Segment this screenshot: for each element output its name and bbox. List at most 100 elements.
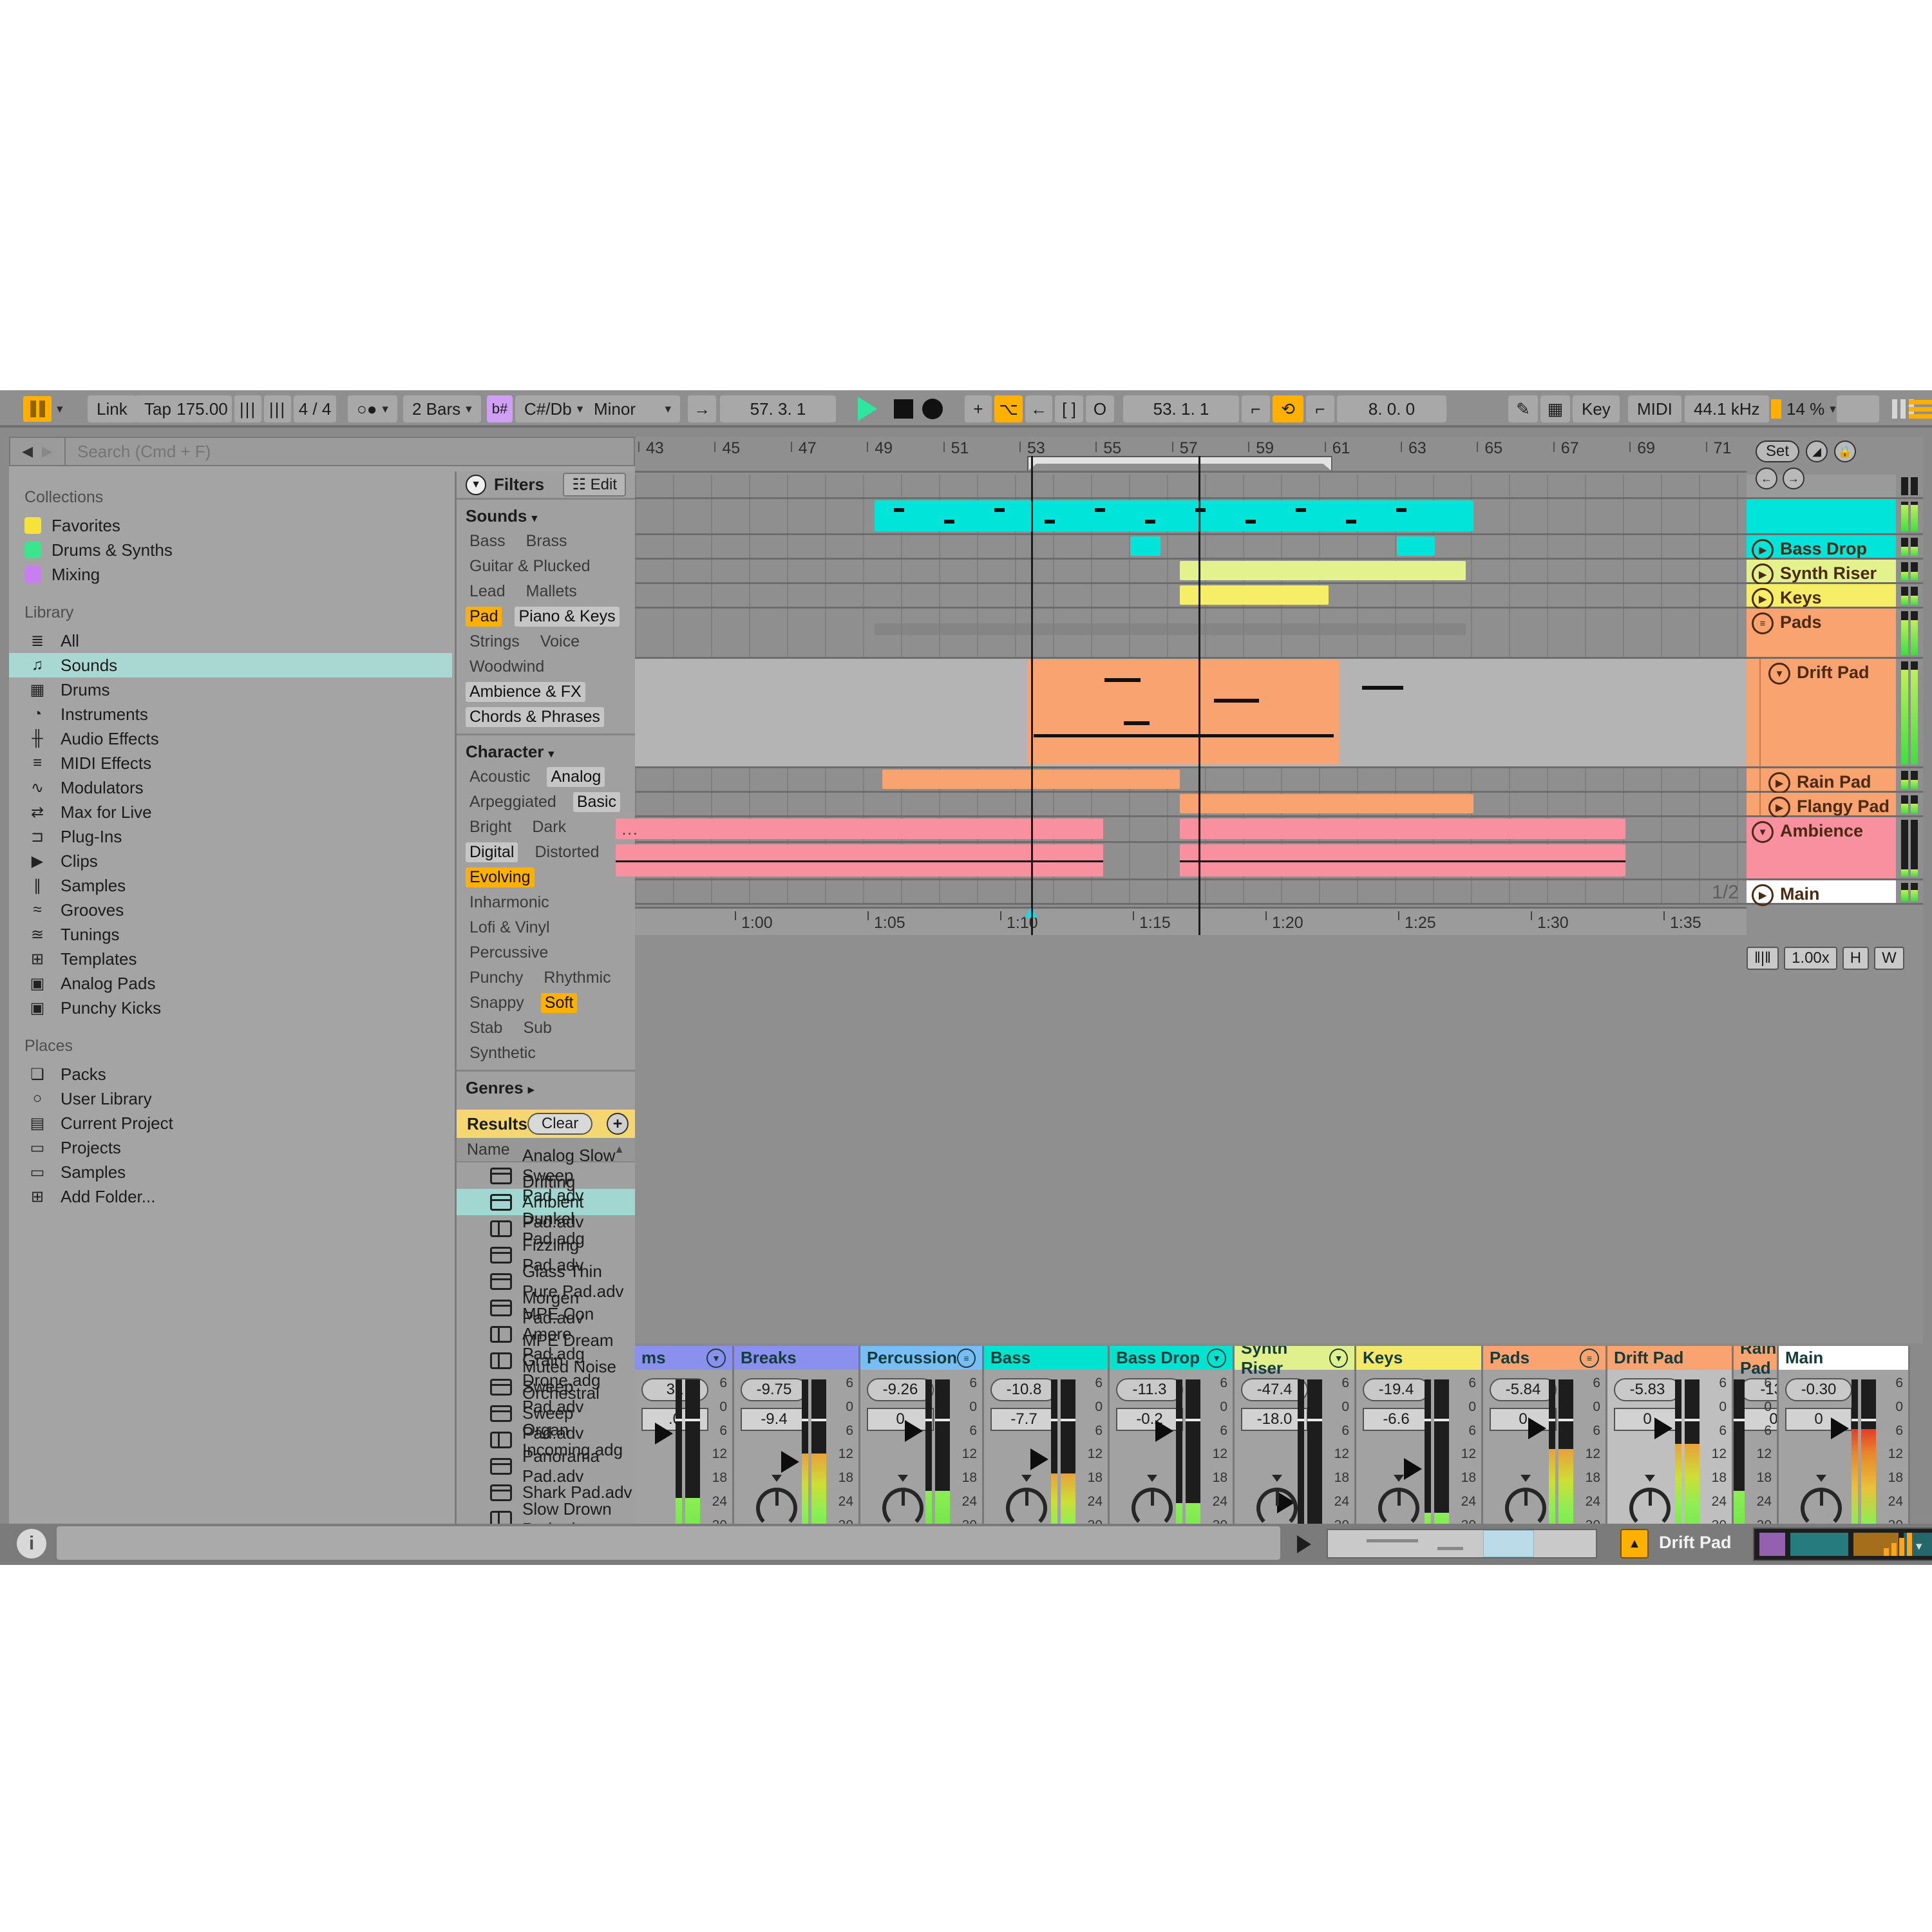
sidebar-item-sounds[interactable]: ♫Sounds (9, 653, 452, 677)
sidebar-item-clips[interactable]: ▶Clips (9, 849, 452, 873)
track-header-bass-drop[interactable]: ▶Bass Drop (1747, 535, 1896, 560)
arrangement-lane[interactable] (635, 609, 1747, 659)
audition-icon[interactable]: ‖|‖ (1747, 947, 1779, 970)
track-header-rain-pad[interactable]: ▶Rain Pad (1747, 768, 1896, 793)
sidebar-item-analog-pads[interactable]: ▣Analog Pads (9, 971, 452, 996)
filter-tag-piano-keys[interactable]: Piano & Keys (515, 607, 619, 627)
sidebar-item-instruments[interactable]: ◔Instruments (9, 702, 452, 726)
chevron-down-icon[interactable]: ▼ (1329, 1349, 1348, 1368)
menu-icon[interactable] (1900, 395, 1932, 422)
back-to-arrangement-left-icon[interactable]: ← (1756, 468, 1777, 489)
draw-mode-icon[interactable]: ✎ (1508, 395, 1538, 422)
playback-speed[interactable]: 1.00x (1784, 947, 1837, 970)
clip[interactable] (1397, 536, 1435, 556)
clip[interactable] (1027, 660, 1340, 764)
clip[interactable] (1130, 536, 1160, 556)
meter-dropdown-icon[interactable]: ▾ (1916, 1539, 1922, 1554)
peak-level[interactable]: -9.75 (741, 1378, 808, 1401)
re-enable-automation-icon[interactable]: ← (1025, 395, 1052, 422)
clip[interactable] (1180, 794, 1473, 813)
lock-envelopes-icon[interactable]: 🔒 (1834, 440, 1856, 462)
sidebar-item-packs[interactable]: ❏Packs (9, 1062, 452, 1086)
track-header-synth-riser[interactable]: ▶Synth Riser (1747, 560, 1896, 584)
tempo-field[interactable]: 175.00 (173, 395, 232, 422)
peak-level[interactable]: -0.30 (1785, 1378, 1852, 1401)
height-zoom-button[interactable]: H (1842, 947, 1869, 970)
midi-map-button[interactable]: MIDI (1628, 395, 1681, 422)
capture-midi-icon[interactable]: [ ] (1055, 395, 1083, 422)
filter-tag-bass[interactable]: Bass (466, 531, 509, 551)
filter-tag-pad[interactable]: Pad (466, 607, 502, 627)
punch-in-icon[interactable]: ⌐ (1242, 395, 1270, 422)
filter-tag-lofi-vinyl[interactable]: Lofi & Vinyl (466, 918, 554, 938)
clip[interactable] (1180, 561, 1466, 580)
pan-knob[interactable] (1505, 1488, 1546, 1529)
browser-back-icon[interactable]: ◀ (22, 443, 33, 460)
arrangement-lane[interactable] (635, 843, 1747, 880)
pan-knob[interactable] (1256, 1488, 1298, 1529)
filter-tag-sub[interactable]: Sub (519, 1018, 555, 1038)
selected-track-fold-button[interactable]: ▲ (1620, 1529, 1649, 1558)
filter-tag-voice[interactable]: Voice (536, 632, 583, 652)
filter-tag-dark[interactable]: Dark (528, 817, 570, 837)
metronome-button[interactable]: ○●▾ (348, 395, 397, 422)
link-button[interactable]: Link (88, 395, 137, 422)
sidebar-item-samples[interactable]: ∥Samples (9, 873, 452, 898)
filter-tag-synthetic[interactable]: Synthetic (466, 1043, 540, 1063)
sidebar-item-drums[interactable]: ▦Drums (9, 677, 452, 702)
sidebar-item-punchy-kicks[interactable]: ▣Punchy Kicks (9, 996, 452, 1020)
filter-tag-evolving[interactable]: Evolving (466, 867, 535, 887)
volume-fader-handle[interactable] (1030, 1448, 1048, 1470)
time-ruler[interactable]: 1:001:051:101:151:201:251:301:35 (635, 907, 1747, 935)
chev-icon[interactable]: ▼ (1768, 663, 1790, 685)
search-input[interactable] (66, 437, 635, 466)
width-zoom-button[interactable]: W (1874, 947, 1904, 970)
sidebar-item-projects[interactable]: ▭Projects (9, 1135, 452, 1160)
volume-fader-handle[interactable] (1831, 1417, 1849, 1439)
volume-fader-handle[interactable] (1404, 1458, 1422, 1480)
arrangement-lane[interactable] (635, 793, 1747, 817)
clip[interactable] (1180, 844, 1626, 876)
key-map-button[interactable]: Key (1573, 395, 1620, 422)
automation-fade-icon[interactable]: ◢ (1806, 440, 1828, 462)
clip[interactable] (616, 844, 1104, 876)
play-button[interactable] (849, 395, 886, 422)
genres-group[interactable]: Genres ▸ (466, 1078, 626, 1098)
arrangement-lane[interactable] (635, 560, 1747, 584)
filter-tag-distorted[interactable]: Distorted (531, 842, 603, 862)
volume-field[interactable]: 0 (1490, 1408, 1557, 1431)
play-icon[interactable]: ▶ (1752, 564, 1774, 585)
sidebar-item-modulators[interactable]: ∿Modulators (9, 775, 452, 800)
new-midi-icon[interactable]: + (965, 395, 992, 422)
play-icon[interactable]: ▶ (1768, 772, 1790, 794)
filter-tag-analog[interactable]: Analog (547, 767, 605, 787)
arrangement-lane[interactable] (635, 535, 1747, 560)
filter-tag-percussive[interactable]: Percussive (466, 943, 552, 963)
clip[interactable]: ... (616, 819, 1104, 839)
filters-collapse-icon[interactable]: ▼ (466, 475, 486, 495)
clip-automation-line[interactable] (1034, 734, 1334, 737)
filter-tag-stab[interactable]: Stab (466, 1018, 506, 1038)
nudge-down-icon[interactable]: ||| (234, 395, 261, 422)
filter-tag-brass[interactable]: Brass (522, 531, 571, 551)
arrangement-lane[interactable] (635, 499, 1747, 535)
pan-knob[interactable] (1378, 1488, 1419, 1529)
sidebar-item-tunings[interactable]: ≊Tunings (9, 922, 452, 947)
filter-tag-arpeggiated[interactable]: Arpeggiated (466, 792, 560, 812)
play-icon[interactable]: ▶ (1752, 588, 1774, 610)
filter-tag-ambience-fx[interactable]: Ambience & FX (466, 682, 585, 702)
track-header-main[interactable]: ▶Main (1747, 880, 1896, 905)
time-signature-field[interactable]: 4 / 4 (294, 395, 336, 422)
filter-tag-woodwind[interactable]: Woodwind (466, 657, 548, 677)
play-icon[interactable]: ▶ (1768, 797, 1790, 819)
volume-fader-handle[interactable] (781, 1451, 799, 1473)
peak-level[interactable]: -5.84 (1490, 1378, 1557, 1401)
track-header-flangy-pad[interactable]: ▶Flangy Pad (1747, 793, 1896, 817)
filter-tag-strings[interactable]: Strings (466, 632, 524, 652)
key-signature-icon[interactable]: b# (487, 395, 513, 422)
sidebar-item-add-folder-[interactable]: ⊞Add Folder... (9, 1184, 452, 1209)
pan-knob[interactable] (1132, 1488, 1173, 1529)
filter-tag-soft[interactable]: Soft (541, 993, 577, 1013)
pan-knob[interactable] (882, 1488, 923, 1529)
filter-tag-punchy[interactable]: Punchy (466, 968, 527, 988)
